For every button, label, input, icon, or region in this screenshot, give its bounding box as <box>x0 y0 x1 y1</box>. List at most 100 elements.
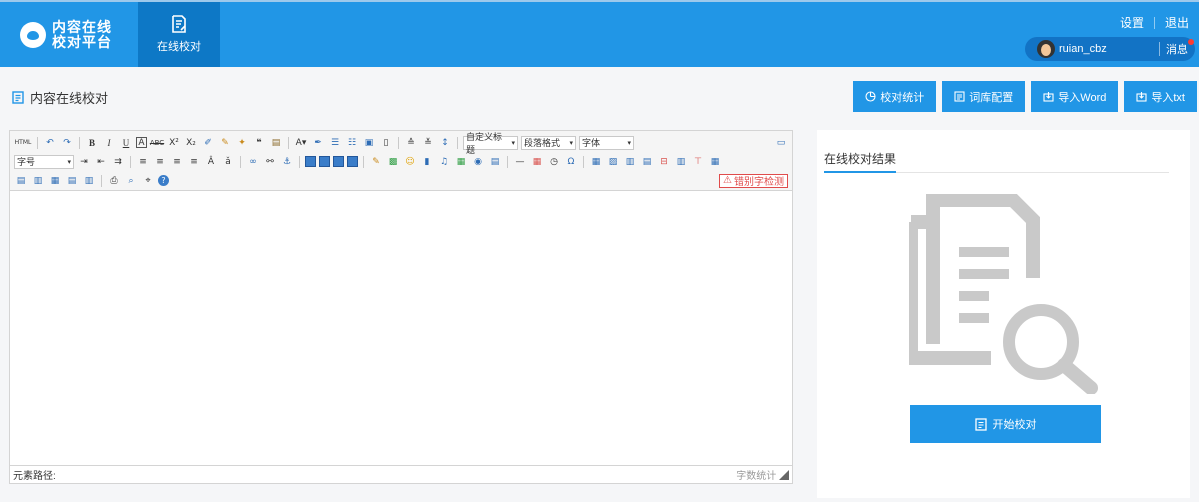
html-source-button[interactable]: HTML <box>14 136 32 150</box>
anchor-icon[interactable]: ⚓ <box>280 155 294 169</box>
resize-handle-icon[interactable]: ◢ <box>779 471 789 482</box>
help-icon[interactable]: ? <box>158 175 169 186</box>
line-height-icon[interactable]: ↕ <box>438 136 452 150</box>
image-left-icon[interactable] <box>319 156 330 167</box>
insert-col-icon[interactable]: ▥ <box>674 155 688 169</box>
subscript-icon[interactable]: X₂ <box>184 136 198 150</box>
insert-frame-icon[interactable]: ▤ <box>488 155 502 169</box>
settings-link[interactable]: 设置 <box>1120 14 1144 31</box>
attachment-icon[interactable]: ▦ <box>454 155 468 169</box>
brand[interactable]: 内容在线 校对平台 <box>0 2 137 67</box>
auto-format-icon[interactable]: ✦ <box>235 136 249 150</box>
tab-online-proofread-result[interactable]: 在线校对结果 <box>824 150 897 173</box>
typo-check-button[interactable]: ⚠ 错别字检测 <box>719 173 788 188</box>
link-icon[interactable]: ∞ <box>246 155 260 169</box>
chevron-down-icon: ▾ <box>569 139 573 147</box>
unlink-icon[interactable]: ⚯ <box>263 155 277 169</box>
import-icon <box>1043 92 1054 102</box>
logout-link[interactable]: 退出 <box>1165 14 1189 31</box>
rtl-icon[interactable]: ⇤ <box>94 155 108 169</box>
strikethrough-icon[interactable]: ABC <box>150 136 164 150</box>
date-icon[interactable]: ▦ <box>530 155 544 169</box>
format-brush-icon[interactable]: ✎ <box>218 136 232 150</box>
unordered-list-icon[interactable]: ☷ <box>345 136 359 150</box>
paste-plain-icon[interactable]: ▤ <box>269 136 283 150</box>
indent-icon[interactable]: ⇉ <box>111 155 125 169</box>
insert-table-icon[interactable]: ▦ <box>589 155 603 169</box>
merge-cells-icon[interactable]: ▦ <box>708 155 722 169</box>
redo-icon[interactable]: ↷ <box>60 136 74 150</box>
italic-icon[interactable]: I <box>102 136 116 150</box>
word-count-label: 字数统计 <box>736 471 777 482</box>
font-color-icon[interactable]: A▾ <box>294 136 308 150</box>
insert-paragraph-before-table-icon[interactable]: ▥ <box>623 155 637 169</box>
select-all-icon[interactable]: ▣ <box>362 136 376 150</box>
username[interactable]: ruian_cbz <box>1059 43 1159 55</box>
split-cols-icon[interactable]: ▥ <box>82 174 96 188</box>
eraser-icon[interactable]: ✐ <box>201 136 215 150</box>
import-txt-button[interactable]: 导入txt <box>1124 81 1197 112</box>
insert-video-icon[interactable]: ▮ <box>420 155 434 169</box>
underline-icon[interactable]: U <box>119 136 133 150</box>
dictionary-config-button[interactable]: 词库配置 <box>942 81 1026 112</box>
simple-upload-icon[interactable]: ✎ <box>369 155 383 169</box>
split-rows-icon[interactable]: ▤ <box>65 174 79 188</box>
import-word-button[interactable]: 导入Word <box>1031 81 1119 112</box>
result-tabs: 在线校对结果 <box>824 150 1169 173</box>
merge-right-icon[interactable]: ▤ <box>14 174 28 188</box>
avatar[interactable] <box>1037 40 1055 58</box>
print-icon[interactable]: ⎙ <box>107 174 121 188</box>
clear-doc-icon[interactable]: ▯ <box>379 136 393 150</box>
paragraph-format-select[interactable]: 段落格式 ▾ <box>521 135 576 150</box>
messages-link[interactable]: 消息 <box>1166 39 1194 57</box>
bold-icon[interactable]: B <box>85 136 99 150</box>
row-spacing-top-icon[interactable]: ≙ <box>404 136 418 150</box>
font-size-value: 字号 <box>17 157 36 167</box>
time-icon[interactable]: ◷ <box>547 155 561 169</box>
image-none-icon[interactable] <box>305 156 316 167</box>
font-size-select[interactable]: 字号 ▾ <box>14 154 74 169</box>
align-center-icon[interactable]: ≡ <box>153 155 167 169</box>
uppercase-icon[interactable]: Â <box>204 155 218 169</box>
insert-row-icon[interactable]: ▤ <box>640 155 654 169</box>
search-replace-icon[interactable]: ⌖ <box>141 174 155 188</box>
highlight-color-icon[interactable]: ✒ <box>311 136 325 150</box>
font-border-icon[interactable]: A <box>136 137 147 148</box>
delete-table-icon[interactable]: ▨ <box>606 155 620 169</box>
fullscreen-icon[interactable]: ▭ <box>774 136 788 150</box>
custom-title-select[interactable]: 自定义标题 ▾ <box>463 132 518 155</box>
preview-icon[interactable]: ⌕ <box>124 174 138 188</box>
insert-image-icon[interactable]: ▩ <box>386 155 400 169</box>
editor-content-area[interactable] <box>10 191 792 465</box>
divider <box>288 136 289 149</box>
nav-tab-label: 在线校对 <box>157 41 201 53</box>
start-proofread-button[interactable]: 开始校对 <box>910 405 1101 443</box>
special-chars-icon[interactable]: Ω <box>564 155 578 169</box>
align-justify-icon[interactable]: ≡ <box>187 155 201 169</box>
top-header: 内容在线 校对平台 在线校对 设置 退出 ruian_cbz 消息 <box>0 0 1199 67</box>
row-spacing-bottom-icon[interactable]: ≚ <box>421 136 435 150</box>
delete-row-icon[interactable]: ⊟ <box>657 155 671 169</box>
music-icon[interactable]: ♫ <box>437 155 451 169</box>
map-icon[interactable]: ◉ <box>471 155 485 169</box>
ltr-icon[interactable]: ⇥ <box>77 155 91 169</box>
superscript-icon[interactable]: X² <box>167 136 181 150</box>
nav-tab-online-proofread[interactable]: 在线校对 <box>138 2 220 67</box>
font-family-select[interactable]: 字体 ▾ <box>579 135 634 150</box>
image-center-icon[interactable] <box>347 156 358 167</box>
blockquote-icon[interactable]: ❝ <box>252 136 266 150</box>
undo-icon[interactable]: ↶ <box>43 136 57 150</box>
proofread-stats-button[interactable]: 校对统计 <box>853 81 937 112</box>
align-left-icon[interactable]: ≡ <box>136 155 150 169</box>
delete-col-icon[interactable]: ⊤ <box>691 155 705 169</box>
split-cells-icon[interactable]: ▦ <box>48 174 62 188</box>
lowercase-icon[interactable]: ǎ <box>221 155 235 169</box>
divider <box>363 155 364 168</box>
ordered-list-icon[interactable]: ☰ <box>328 136 342 150</box>
emotion-icon[interactable]: ☺ <box>403 155 417 169</box>
image-right-icon[interactable] <box>333 156 344 167</box>
horizontal-rule-icon[interactable]: — <box>513 155 527 169</box>
align-right-icon[interactable]: ≡ <box>170 155 184 169</box>
divider <box>240 155 241 168</box>
merge-down-icon[interactable]: ▥ <box>31 174 45 188</box>
